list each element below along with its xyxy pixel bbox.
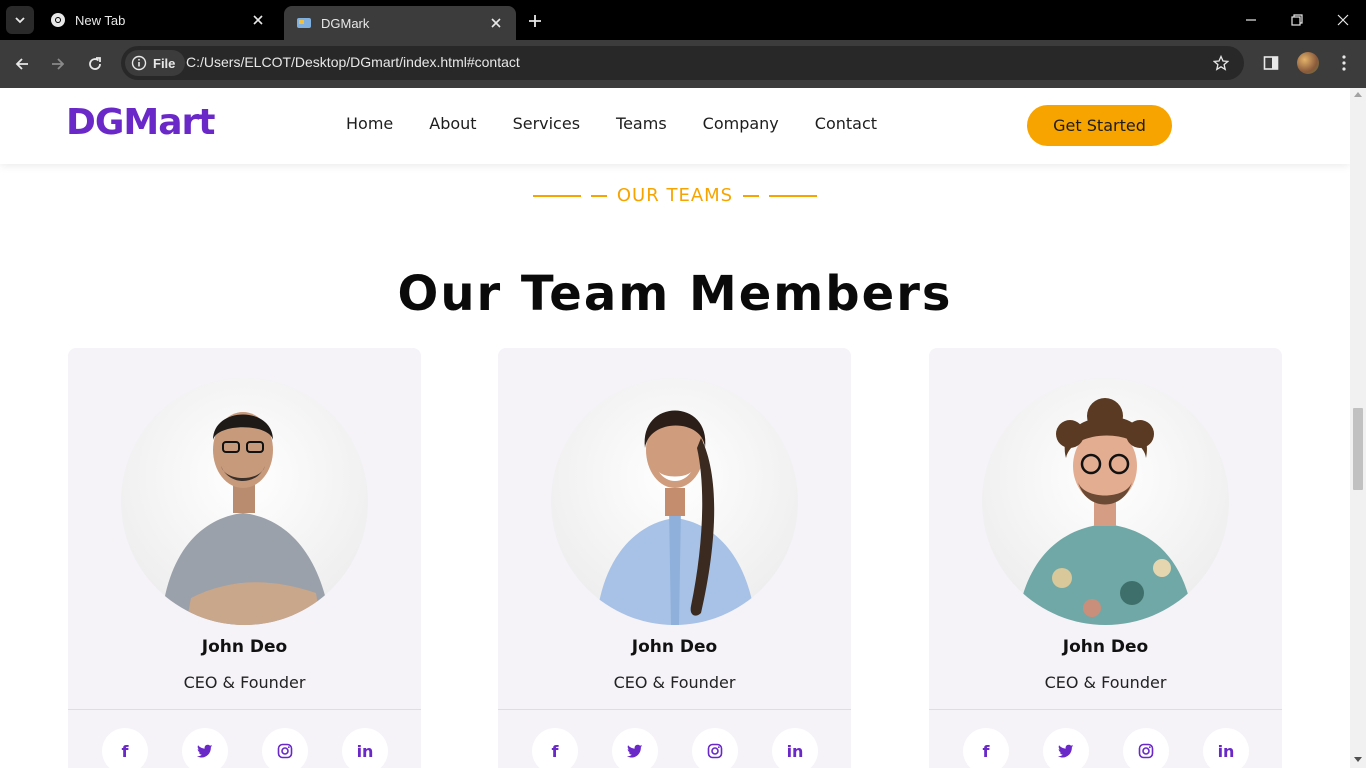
nav-about[interactable]: About [429, 114, 476, 133]
browser-tabstrip: New Tab DGMark [0, 0, 1366, 40]
tab-title: DGMark [321, 15, 370, 31]
linkedin-icon[interactable]: in [1203, 728, 1249, 768]
team-member-photo [121, 378, 368, 625]
member-name: John Deo [201, 637, 288, 657]
twitter-icon[interactable] [612, 728, 658, 768]
chevron-down-icon [15, 17, 25, 24]
side-panel-icon [1263, 56, 1279, 70]
instagram-icon[interactable] [1123, 728, 1169, 768]
section-title: Our Team Members [397, 266, 953, 322]
twitter-icon[interactable] [1043, 728, 1089, 768]
facebook-icon[interactable]: f [532, 728, 578, 768]
kebab-menu-icon [1342, 55, 1346, 71]
scrollbar-thumb[interactable] [1353, 408, 1363, 490]
arrow-left-icon [15, 58, 28, 70]
page-viewport: DGMart Home About Services Teams Company… [0, 88, 1350, 768]
close-window-button[interactable] [1320, 0, 1366, 40]
forward-button[interactable] [44, 50, 72, 78]
nav-home[interactable]: Home [346, 114, 393, 133]
reload-icon [89, 57, 101, 70]
new-tab-button[interactable] [524, 10, 546, 32]
divider-line [743, 194, 760, 197]
minimize-button[interactable] [1228, 0, 1274, 40]
social-links: f in [963, 728, 1283, 768]
team-card: John Deo CEO & Founder f in [68, 348, 421, 768]
tab-dgmark[interactable]: DGMark [284, 6, 516, 40]
facebook-icon[interactable]: f [963, 728, 1009, 768]
chrome-icon [50, 12, 66, 28]
plus-icon [529, 15, 541, 27]
section-eyebrow: OUR TEAMS [0, 185, 1350, 206]
scroll-down-arrow-icon[interactable] [1354, 757, 1362, 762]
site-chip-label: File [153, 55, 176, 71]
site-header: DGMart Home About Services Teams Company… [0, 88, 1350, 164]
member-name: John Deo [631, 637, 718, 657]
member-role: CEO & Founder [183, 673, 306, 692]
social-links: f in [532, 728, 852, 768]
team-card: John Deo CEO & Founder f in [929, 348, 1282, 768]
page-scrollbar[interactable] [1350, 88, 1366, 768]
card-divider [68, 709, 421, 710]
divider-line [590, 194, 607, 197]
card-divider [498, 709, 851, 710]
team-card: John Deo CEO & Founder f in [498, 348, 851, 768]
restore-button[interactable] [1274, 0, 1320, 40]
profile-button[interactable] [1295, 50, 1321, 76]
get-started-button[interactable]: Get Started [1027, 105, 1172, 146]
team-member-photo [982, 378, 1229, 625]
eyebrow-text: OUR TEAMS [616, 185, 734, 206]
twitter-icon[interactable] [182, 728, 228, 768]
nav-contact[interactable]: Contact [815, 114, 877, 133]
divider-line [532, 194, 581, 197]
page-favicon-icon [296, 15, 312, 31]
instagram-icon[interactable] [692, 728, 738, 768]
tab-search-button[interactable] [6, 6, 34, 34]
restore-icon [1291, 14, 1303, 26]
nav-teams[interactable]: Teams [616, 114, 667, 133]
facebook-icon[interactable]: f [102, 728, 148, 768]
star-icon [1213, 55, 1229, 71]
main-nav: Home About Services Teams Company Contac… [328, 114, 895, 133]
bookmark-button[interactable] [1210, 52, 1232, 74]
member-name: John Deo [1062, 637, 1149, 657]
info-icon [131, 55, 147, 71]
member-role: CEO & Founder [1044, 673, 1167, 692]
close-icon[interactable] [488, 15, 504, 31]
minimize-icon [1246, 19, 1256, 21]
member-role: CEO & Founder [613, 673, 736, 692]
arrow-right-icon [52, 58, 65, 70]
linkedin-icon[interactable]: in [342, 728, 388, 768]
site-logo[interactable]: DGMart [66, 102, 216, 143]
reload-button[interactable] [81, 50, 109, 78]
back-button[interactable] [8, 50, 36, 78]
nav-services[interactable]: Services [513, 114, 580, 133]
close-icon[interactable] [250, 12, 266, 28]
divider-line [769, 194, 818, 197]
team-member-photo [551, 378, 798, 625]
menu-button[interactable] [1331, 50, 1357, 76]
nav-company[interactable]: Company [703, 114, 779, 133]
site-info-chip[interactable]: File [125, 50, 186, 76]
card-divider [929, 709, 1282, 710]
social-links: f in [102, 728, 422, 768]
side-panel-button[interactable] [1258, 50, 1284, 76]
scroll-up-arrow-icon[interactable] [1354, 92, 1362, 97]
close-icon [1337, 14, 1349, 26]
tab-title: New Tab [75, 12, 126, 28]
url-text[interactable]: C:/Users/ELCOT/Desktop/DGmart/index.html… [186, 54, 520, 70]
linkedin-icon[interactable]: in [772, 728, 818, 768]
tab-new-tab[interactable]: New Tab [38, 0, 278, 40]
instagram-icon[interactable] [262, 728, 308, 768]
avatar [1297, 52, 1319, 74]
